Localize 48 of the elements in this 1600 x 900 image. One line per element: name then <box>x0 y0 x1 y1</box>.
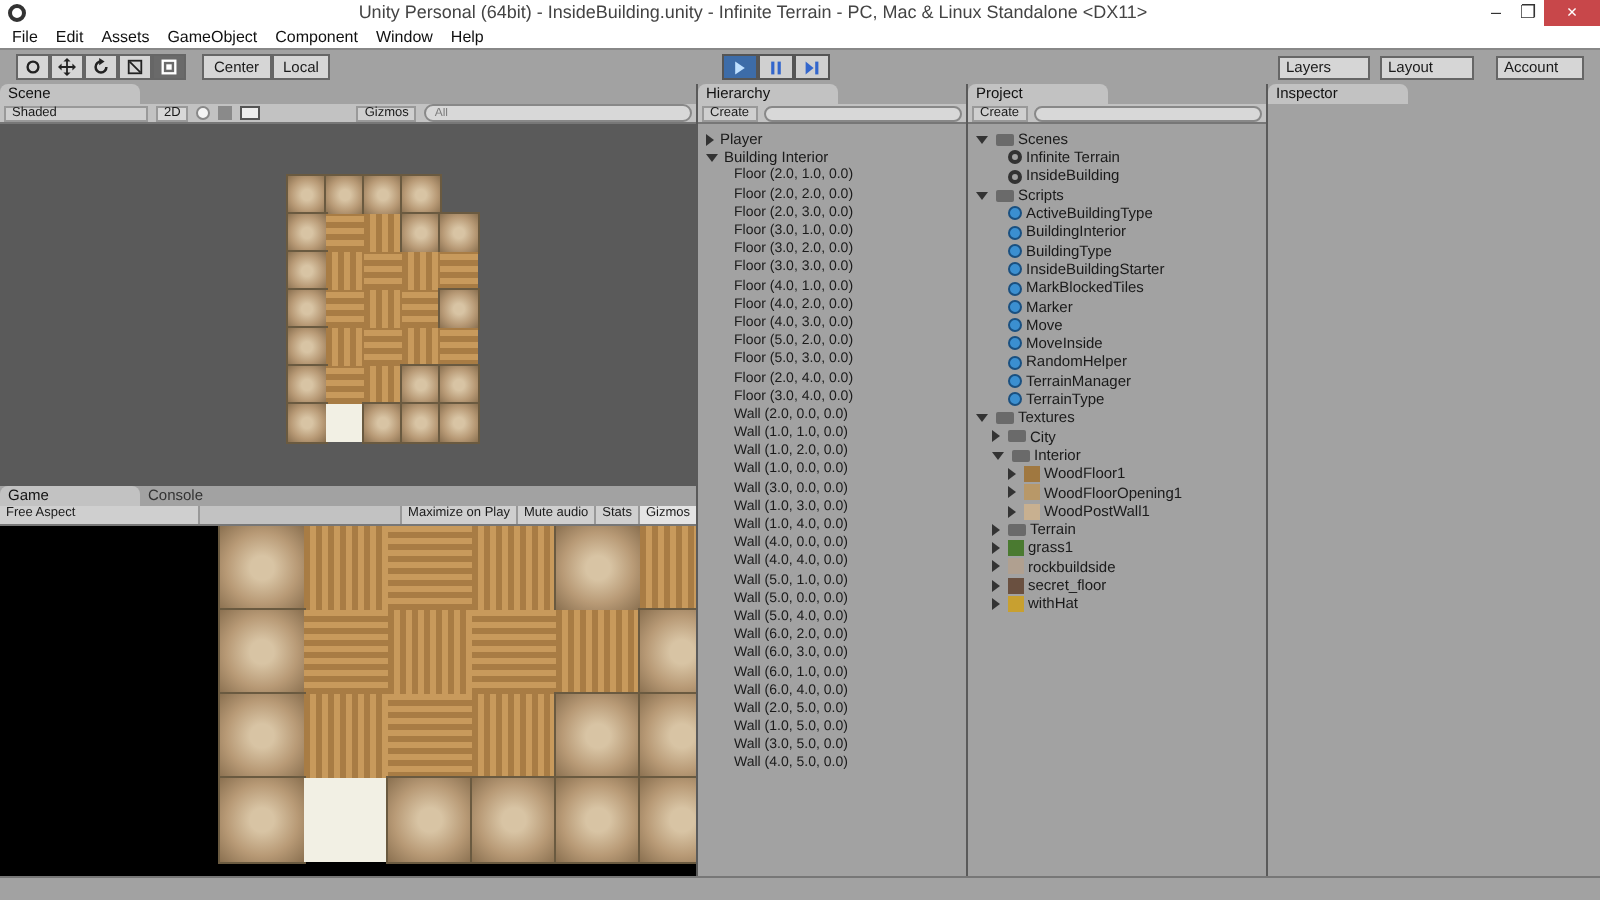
expand-arrow-icon[interactable] <box>992 598 1000 611</box>
expand-arrow-icon[interactable] <box>976 414 988 423</box>
step-icon <box>804 59 821 75</box>
move-tool-button[interactable] <box>50 54 84 80</box>
sun-icon[interactable] <box>196 106 211 120</box>
rotate-arrow-icon <box>92 58 110 76</box>
expand-arrow-icon[interactable] <box>992 430 1000 443</box>
rotate-tool-button[interactable] <box>84 54 118 80</box>
expand-arrow-icon[interactable] <box>706 153 718 162</box>
expand-arrow-icon[interactable] <box>976 135 988 144</box>
minimize-button[interactable]: – <box>1480 0 1512 26</box>
menu-item[interactable]: Edit <box>55 29 84 45</box>
search-field[interactable] <box>763 105 962 121</box>
expand-arrow-icon[interactable] <box>1008 486 1016 499</box>
rect-tool-button[interactable] <box>152 54 186 80</box>
image-icon[interactable] <box>240 106 261 120</box>
play-button[interactable] <box>722 54 759 80</box>
expand-arrow-icon[interactable] <box>706 133 714 146</box>
search-field[interactable] <box>1033 105 1262 121</box>
expand-arrow-icon[interactable] <box>992 542 1000 555</box>
pause-button[interactable] <box>758 54 795 80</box>
restore-button[interactable]: ❐ <box>1512 0 1544 26</box>
expand-arrow-icon[interactable] <box>976 191 988 200</box>
menu-item[interactable]: GameObject <box>167 29 258 45</box>
rect-icon <box>160 58 178 76</box>
menu-item[interactable]: Component <box>275 29 358 45</box>
window-title: Unity Personal (64bit) - InsideBuilding.unity - Infinite Terrain - PC, Mac & Linux Standalone <DX11> <box>356 4 1150 22</box>
folder-icon <box>1008 523 1026 536</box>
play-icon <box>732 59 749 75</box>
folder-icon <box>996 133 1014 146</box>
menu-item[interactable]: Assets <box>101 29 150 45</box>
unity-logo-icon <box>8 4 26 22</box>
expand-arrow-icon[interactable] <box>992 451 1004 460</box>
menu-item[interactable]: Window <box>375 29 433 45</box>
expand-arrow-icon[interactable] <box>992 523 1000 536</box>
expand-arrow-icon[interactable] <box>1008 467 1016 480</box>
move-arrows-icon <box>58 58 76 76</box>
close-button[interactable]: × <box>1544 0 1600 26</box>
expand-arrow-icon[interactable] <box>992 579 1000 592</box>
expand-arrow-icon[interactable] <box>992 560 1000 573</box>
menu-item[interactable]: File <box>12 29 38 45</box>
folder-icon <box>996 189 1014 202</box>
pause-icon <box>768 59 785 75</box>
scale-icon <box>126 58 144 76</box>
menu-item[interactable]: Help <box>450 29 484 45</box>
step-button[interactable] <box>794 54 831 80</box>
scale-tool-button[interactable] <box>118 54 152 80</box>
hand-tool-button[interactable] <box>16 54 50 80</box>
